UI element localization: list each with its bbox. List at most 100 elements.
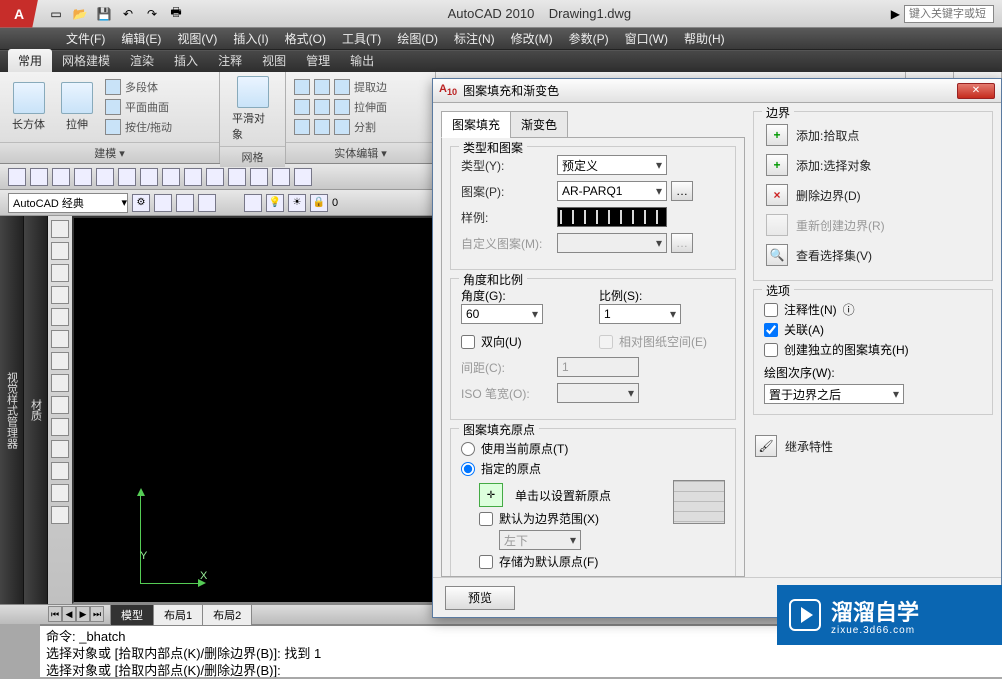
- tb-layer-icon[interactable]: [244, 194, 262, 212]
- menu-window[interactable]: 窗口(W): [617, 30, 676, 47]
- ribbon-tab-annotate[interactable]: 注释: [208, 49, 252, 72]
- tool-spline-icon[interactable]: [51, 352, 69, 370]
- tool-region-icon[interactable]: [51, 506, 69, 524]
- search-play-icon[interactable]: ▶: [891, 7, 900, 21]
- set-origin-icon[interactable]: ✛: [479, 483, 503, 507]
- menu-modify[interactable]: 修改(M): [503, 30, 561, 47]
- tb-zoom-icon[interactable]: [294, 168, 312, 186]
- menu-dim[interactable]: 标注(N): [446, 30, 503, 47]
- sample-swatch[interactable]: [557, 207, 667, 227]
- tb-save-icon[interactable]: [52, 168, 70, 186]
- chk-associative[interactable]: [764, 323, 778, 337]
- radio-current-origin[interactable]: [461, 442, 475, 456]
- qat-save-icon[interactable]: 💾: [93, 3, 115, 25]
- qat-print-icon[interactable]: 🖶: [165, 3, 187, 25]
- tool-rect-icon[interactable]: [51, 286, 69, 304]
- qat-new-icon[interactable]: ▭: [45, 3, 67, 25]
- tab-hatch[interactable]: 图案填充: [441, 111, 511, 138]
- tb-ws-3-icon[interactable]: [198, 194, 216, 212]
- panel-modeling-title[interactable]: 建模 ▾: [0, 142, 219, 163]
- tool-hatch-icon[interactable]: [51, 396, 69, 414]
- tab-nav-last-icon[interactable]: ⏭: [90, 606, 104, 622]
- qat-open-icon[interactable]: 📂: [69, 3, 91, 25]
- menu-view[interactable]: 视图(V): [169, 30, 225, 47]
- ribbon-tab-insert[interactable]: 插入: [164, 49, 208, 72]
- dialog-close-button[interactable]: ✕: [957, 83, 995, 99]
- chk-double[interactable]: [461, 335, 475, 349]
- chk-independent[interactable]: [764, 343, 778, 357]
- tb-undo-icon[interactable]: [228, 168, 246, 186]
- btn-presspull[interactable]: 按住/拖动: [103, 118, 174, 136]
- select-scale[interactable]: 1▾: [599, 304, 681, 324]
- tab-layout2[interactable]: 布局2: [202, 604, 252, 626]
- radio-specified-origin[interactable]: [461, 462, 475, 476]
- tb-preview-icon[interactable]: [96, 168, 114, 186]
- tool-table-icon[interactable]: [51, 484, 69, 502]
- ribbon-tab-home[interactable]: 常用: [8, 49, 52, 72]
- tb-publish-icon[interactable]: [118, 168, 136, 186]
- tb-new-icon[interactable]: [8, 168, 26, 186]
- btn-preview[interactable]: 预览: [445, 586, 515, 610]
- btn-add-pick[interactable]: +添加:拾取点: [764, 120, 982, 150]
- panel-mesh-title[interactable]: 网格: [220, 146, 285, 167]
- ribbon-tab-output[interactable]: 输出: [340, 49, 384, 72]
- select-type[interactable]: 预定义▾: [557, 155, 667, 175]
- ribbon-tab-view[interactable]: 视图: [252, 49, 296, 72]
- select-angle[interactable]: 60▾: [461, 304, 543, 324]
- tab-nav-next-icon[interactable]: ▶: [76, 606, 90, 622]
- btn-planesurf[interactable]: 平面曲面: [103, 98, 174, 116]
- qat-undo-icon[interactable]: ↶: [117, 3, 139, 25]
- tool-arc-icon[interactable]: [51, 308, 69, 326]
- tb-paste-icon[interactable]: [184, 168, 202, 186]
- btn-extract-edge[interactable]: 提取边: [292, 78, 389, 96]
- tb-cut-icon[interactable]: [140, 168, 158, 186]
- tab-layout1[interactable]: 布局1: [153, 604, 203, 626]
- chk-annotative[interactable]: [764, 303, 778, 317]
- menu-draw[interactable]: 绘图(D): [389, 30, 446, 47]
- workspace-combo[interactable]: AutoCAD 经典▾: [8, 193, 128, 213]
- btn-box[interactable]: 长方体: [6, 80, 51, 134]
- btn-extrude[interactable]: 拉伸: [55, 80, 99, 134]
- menu-tools[interactable]: 工具(T): [334, 30, 389, 47]
- tab-nav-prev-icon[interactable]: ◀: [62, 606, 76, 622]
- tool-pline-icon[interactable]: [51, 242, 69, 260]
- btn-split[interactable]: 分割: [292, 118, 389, 136]
- tool-ellipse-icon[interactable]: [51, 374, 69, 392]
- info-icon[interactable]: ⓘ: [843, 301, 855, 318]
- menu-param[interactable]: 参数(P): [561, 30, 617, 47]
- btn-view-selection[interactable]: 🔍查看选择集(V): [764, 240, 982, 270]
- menu-file[interactable]: 文件(F): [58, 30, 113, 47]
- btn-add-select[interactable]: +添加:选择对象: [764, 150, 982, 180]
- menu-insert[interactable]: 插入(I): [225, 30, 276, 47]
- ribbon-tab-mesh[interactable]: 网格建模: [52, 49, 120, 72]
- tab-nav-first-icon[interactable]: ⏮: [48, 606, 62, 622]
- btn-extrude-face[interactable]: 拉伸面: [292, 98, 389, 116]
- tb-ws-1-icon[interactable]: [154, 194, 172, 212]
- search-input[interactable]: [904, 5, 994, 23]
- chk-store-default[interactable]: [479, 555, 493, 569]
- btn-polysolid[interactable]: 多段体: [103, 78, 174, 96]
- tb-lock-icon[interactable]: 🔒: [310, 194, 328, 212]
- dialog-titlebar[interactable]: A10 图案填充和渐变色 ✕: [433, 79, 1001, 103]
- menu-edit[interactable]: 编辑(E): [113, 30, 169, 47]
- btn-smooth[interactable]: 平滑对象: [226, 74, 279, 144]
- tb-print-icon[interactable]: [74, 168, 92, 186]
- tool-text-icon[interactable]: [51, 462, 69, 480]
- tb-copy-icon[interactable]: [162, 168, 180, 186]
- select-draw-order[interactable]: 置于边界之后▾: [764, 384, 904, 404]
- pattern-browse-button[interactable]: …: [671, 181, 693, 201]
- tb-match-icon[interactable]: [206, 168, 224, 186]
- chk-default-extent[interactable]: [479, 512, 493, 526]
- tool-polygon-icon[interactable]: [51, 264, 69, 282]
- tb-light-icon[interactable]: 💡: [266, 194, 284, 212]
- tool-circle-icon[interactable]: [51, 330, 69, 348]
- tb-ws-2-icon[interactable]: [176, 194, 194, 212]
- tab-gradient[interactable]: 渐变色: [510, 111, 568, 138]
- btn-inherit[interactable]: 🖌继承特性: [753, 431, 993, 461]
- select-pattern[interactable]: AR-PARQ1▾: [557, 181, 667, 201]
- tool-line-icon[interactable]: [51, 220, 69, 238]
- tb-open-icon[interactable]: [30, 168, 48, 186]
- panel-solidedit-title[interactable]: 实体编辑 ▾: [286, 142, 435, 163]
- palette-materials[interactable]: 材质: [24, 216, 48, 604]
- tb-ws-gear-icon[interactable]: ⚙: [132, 194, 150, 212]
